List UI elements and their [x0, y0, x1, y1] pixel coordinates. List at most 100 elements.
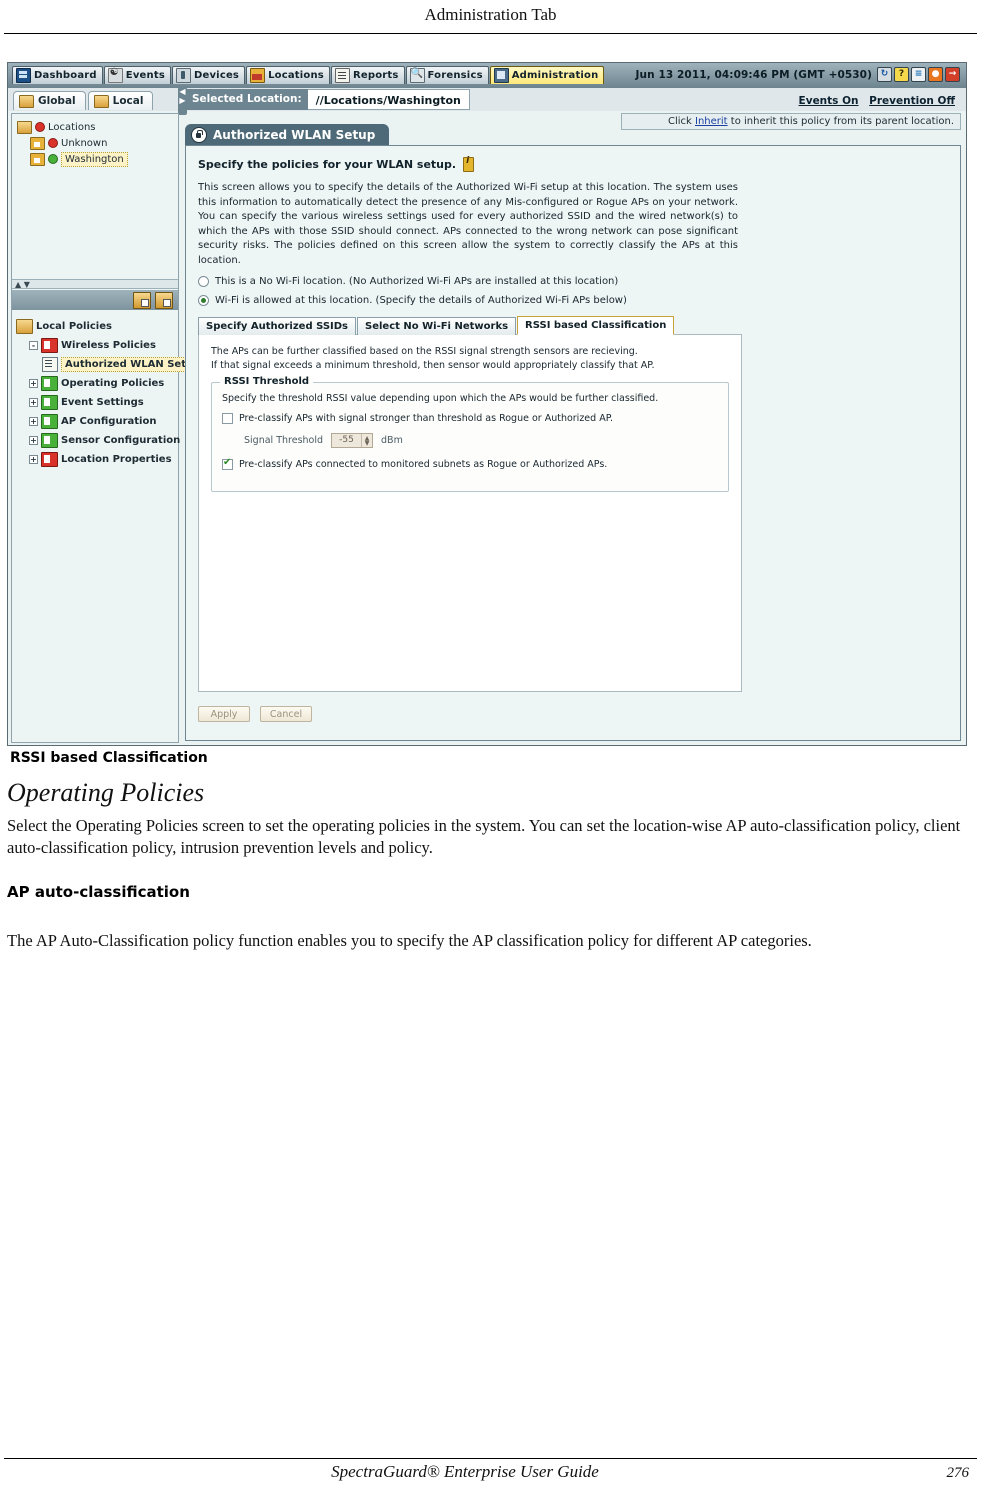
policy-tree-item-label: Wireless Policies: [61, 340, 156, 351]
policy-tree-item-location-properties[interactable]: + Location Properties: [16, 450, 178, 469]
preclassify-subnets-checkbox[interactable]: [222, 457, 233, 470]
expand-icon[interactable]: +: [29, 455, 38, 464]
stop-prevention-icon[interactable]: ●: [928, 67, 943, 82]
location-tree-item-unknown[interactable]: Unknown: [17, 135, 178, 151]
tab-specify-authorized-ssids[interactable]: Specify Authorized SSIDs: [198, 317, 357, 335]
policy-tree-item-event-settings[interactable]: + Event Settings: [16, 393, 178, 412]
lock-icon: [191, 127, 207, 143]
footer-page-number: 276: [946, 1465, 970, 1481]
status-bar: Events On Prevention Off: [621, 92, 961, 110]
rssi-pane-description-line1: The APs can be further classified based …: [211, 346, 638, 357]
checkbox-row-preclassify-signal[interactable]: Pre-classify APs with signal stronger th…: [222, 413, 718, 424]
cancel-button[interactable]: Cancel: [260, 706, 312, 722]
tab-administration[interactable]: Administration: [489, 66, 605, 84]
apply-button[interactable]: Apply: [198, 706, 250, 722]
scope-tab-local[interactable]: Local: [87, 91, 154, 110]
expand-icon[interactable]: +: [29, 436, 38, 445]
help-icon[interactable]: ?: [894, 67, 909, 82]
selected-location-value: //Locations/Washington: [307, 89, 470, 110]
tree-splitter[interactable]: ▲ ▼: [12, 279, 178, 289]
tab-locations-label: Locations: [268, 70, 324, 81]
prevention-status[interactable]: Prevention Off: [869, 95, 955, 107]
house-icon: [30, 136, 45, 150]
list-icon[interactable]: ≡: [911, 67, 926, 82]
info-icon[interactable]: [463, 156, 475, 172]
location-tree-item-washington[interactable]: Washington: [17, 151, 178, 167]
signal-threshold-value: -55: [339, 435, 354, 445]
forensics-icon: [409, 68, 425, 83]
rssi-pane-description-line2: If that signal exceeds a minimum thresho…: [211, 359, 655, 371]
form-buttons: Apply Cancel: [198, 706, 312, 722]
location-tree-item-locations[interactable]: Locations: [17, 119, 178, 135]
devices-icon: [175, 68, 191, 83]
expand-all-icon[interactable]: [133, 291, 151, 309]
stepper-arrows-icon[interactable]: ▲ ▼: [361, 434, 372, 447]
tab-locations[interactable]: Locations: [246, 66, 330, 84]
tab-select-no-wifi-networks[interactable]: Select No Wi-Fi Networks: [357, 317, 517, 335]
green-policy-icon: [41, 433, 58, 448]
document-header-title: Administration Tab: [424, 5, 557, 24]
policy-tree-root[interactable]: Local Policies: [16, 317, 178, 336]
refresh-icon[interactable]: ↻: [877, 67, 892, 82]
expand-icon[interactable]: +: [29, 379, 38, 388]
collapse-all-icon[interactable]: [155, 291, 173, 309]
rssi-threshold-fieldset: RSSI Threshold Specify the threshold RSS…: [211, 376, 729, 492]
policy-tree-item-authorized-wlan-setup[interactable]: Authorized WLAN Setup: [16, 355, 205, 374]
collapse-icon[interactable]: -: [29, 341, 38, 350]
tab-devices[interactable]: Devices: [171, 66, 246, 84]
green-policy-icon: [41, 376, 58, 391]
right-panel: Events On Prevention Off Click Inherit t…: [183, 92, 963, 743]
radio-wifi-allowed[interactable]: Wi-Fi is allowed at this location. (Spec…: [198, 295, 948, 306]
policy-tree-item-sensor-configuration[interactable]: + Sensor Configuration: [16, 431, 181, 450]
dashboard-icon: [16, 68, 31, 83]
panel-title: Authorized WLAN Setup: [213, 128, 376, 142]
policy-tree-item-ap-configuration[interactable]: + AP Configuration: [16, 412, 178, 431]
folder-icon: [93, 94, 109, 108]
panel-splitter-handle[interactable]: ◀ ▶: [178, 87, 187, 115]
tab-dashboard-label: Dashboard: [34, 70, 97, 81]
policy-toolbar: [12, 290, 178, 310]
folder-icon: [19, 94, 34, 108]
expand-icon[interactable]: +: [29, 417, 38, 426]
navbar-icon-group: ↻ ? ≡ ● →: [877, 67, 960, 82]
document-header: Administration Tab: [0, 0, 981, 34]
paragraph-operating-policies: Select the Operating Policies screen to …: [7, 816, 961, 857]
policy-tree-item-label: Sensor Configuration: [61, 435, 181, 446]
policy-tree-item-wireless-policies[interactable]: - Wireless Policies: [16, 336, 178, 355]
radio-no-wifi-location[interactable]: This is a No Wi-Fi location. (No Authori…: [198, 276, 948, 287]
selected-location: Selected Location: //Locations/Washingto…: [186, 89, 470, 110]
tab-rssi-based-classification[interactable]: RSSI based Classification: [517, 316, 675, 335]
rssi-threshold-description: Specify the threshold RSSI value dependi…: [222, 393, 659, 404]
page-icon: [42, 357, 58, 372]
signal-threshold-label: Signal Threshold: [244, 435, 324, 446]
signal-threshold-unit: dBm: [381, 435, 403, 446]
preclassify-signal-checkbox[interactable]: [222, 413, 233, 424]
radio-wifi-allowed-label: Wi-Fi is allowed at this location. (Spec…: [215, 295, 627, 306]
checkbox-row-preclassify-subnets[interactable]: Pre-classify APs connected to monitored …: [222, 457, 718, 470]
radio-button-selected[interactable]: [198, 295, 209, 306]
logout-icon[interactable]: →: [945, 67, 960, 82]
tab-reports[interactable]: Reports: [330, 66, 405, 84]
scope-tabs: Global Local: [13, 91, 154, 110]
policy-tree-item-label: Event Settings: [61, 397, 144, 408]
navbar-right: Jun 13 2011, 04:09:46 PM (GMT +0530) ↻ ?…: [636, 67, 960, 82]
inherit-link[interactable]: Inherit: [695, 116, 728, 127]
main-navbar: Dashboard Events Devices Locations Repor…: [8, 63, 966, 88]
panel-description: This screen allows you to specify the de…: [198, 182, 738, 266]
scope-tab-global[interactable]: Global: [13, 91, 86, 110]
reports-icon: [334, 68, 350, 83]
folder-icon: [16, 319, 33, 334]
tab-events[interactable]: Events: [103, 66, 171, 84]
tab-forensics-label: Forensics: [427, 70, 483, 81]
tab-forensics[interactable]: Forensics: [405, 66, 489, 84]
expand-icon[interactable]: +: [29, 398, 38, 407]
signal-threshold-stepper[interactable]: -55 ▲ ▼: [331, 433, 374, 448]
tab-administration-label: Administration: [511, 70, 599, 81]
policy-tree-item-operating-policies[interactable]: + Operating Policies: [16, 374, 178, 393]
tab-dashboard[interactable]: Dashboard: [12, 66, 103, 84]
main-tabs: Dashboard Events Devices Locations Repor…: [12, 66, 605, 84]
locations-icon: [250, 68, 266, 83]
tab-devices-label: Devices: [193, 70, 240, 81]
events-status[interactable]: Events On: [799, 95, 859, 107]
radio-button[interactable]: [198, 276, 209, 287]
